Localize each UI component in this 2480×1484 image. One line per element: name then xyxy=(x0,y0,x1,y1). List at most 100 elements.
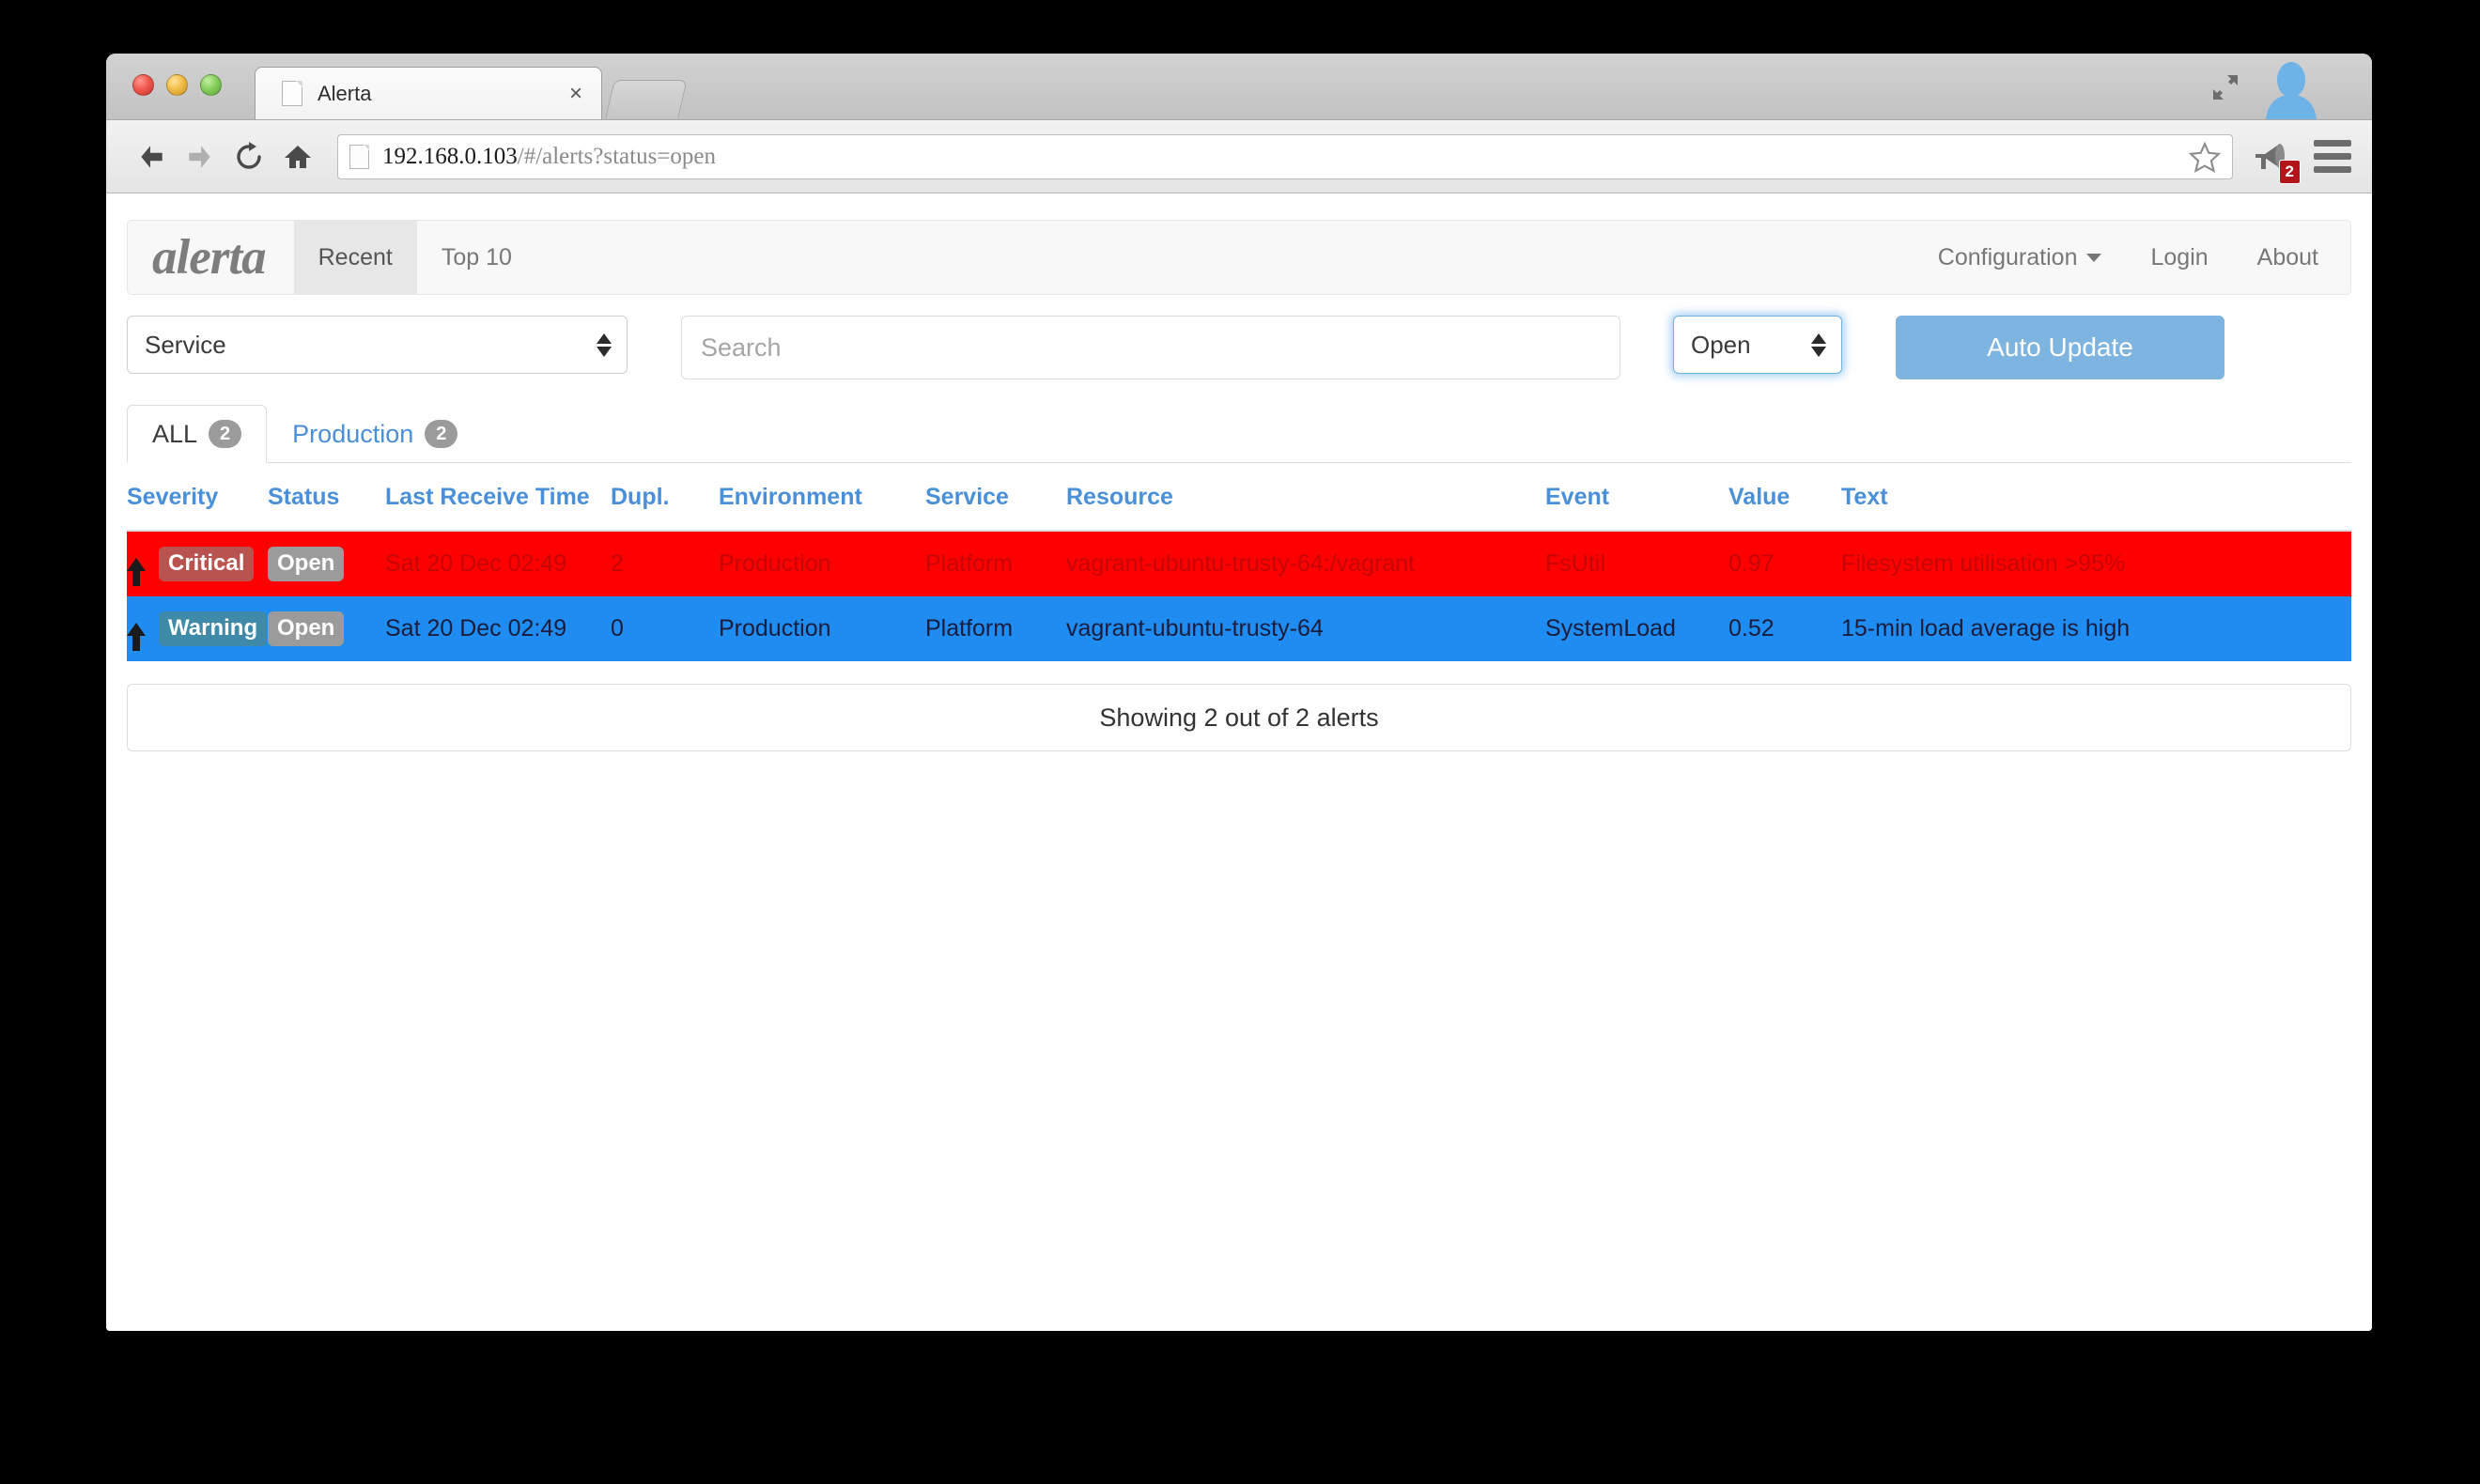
auto-update-button[interactable]: Auto Update xyxy=(1896,316,2224,379)
stepper-arrows-icon xyxy=(597,333,612,357)
status-select[interactable]: Open xyxy=(1673,316,1842,374)
address-bar-host: 192.168.0.103 xyxy=(382,144,518,169)
cell-text: 15-min load average is high xyxy=(1841,596,2351,661)
severity-badge: Warning xyxy=(159,611,267,646)
table-row[interactable]: Critical Open Sat 20 Dec 02:49 2 Product… xyxy=(127,531,2351,596)
fullscreen-icon[interactable] xyxy=(2210,72,2240,102)
page-icon xyxy=(349,145,369,169)
maximize-window-button[interactable] xyxy=(200,74,222,96)
search-input[interactable] xyxy=(699,332,1603,363)
address-bar-path: /#/alerts?status=open xyxy=(518,144,716,169)
filter-toolbar: Service Open Auto Update xyxy=(127,316,2351,379)
browser-toolbar: 192.168.0.103/#/alerts?status=open 2 xyxy=(106,120,2372,193)
trend-up-icon xyxy=(127,623,146,636)
notification-badge: 2 xyxy=(2279,160,2301,184)
nav-item-configuration[interactable]: Configuration xyxy=(1914,221,2127,294)
nav-item-login[interactable]: Login xyxy=(2126,221,2232,294)
column-header-environment[interactable]: Environment xyxy=(719,463,925,531)
column-header-event[interactable]: Event xyxy=(1545,463,1728,531)
alerts-table: Severity Status Last Receive Time Dupl. … xyxy=(127,463,2351,661)
environment-tabs: ALL 2 Production 2 xyxy=(127,404,2351,463)
page-icon xyxy=(282,81,302,106)
stepper-arrows-icon xyxy=(1811,333,1826,357)
cell-resource[interactable]: vagrant-ubuntu-trusty-64 xyxy=(1066,596,1545,661)
cell-text: Filesystem utilisation >95% xyxy=(1841,531,2351,596)
cell-status: Open xyxy=(268,531,385,596)
nav-item-recent[interactable]: Recent xyxy=(294,221,417,294)
tab-all[interactable]: ALL 2 xyxy=(127,405,267,463)
service-select[interactable]: Service xyxy=(127,316,628,374)
toolbar-right-group: 2 xyxy=(2250,135,2351,178)
chevron-down-icon xyxy=(2086,254,2101,262)
trend-up-icon xyxy=(127,558,146,571)
back-icon[interactable] xyxy=(127,132,176,181)
avatar[interactable] xyxy=(2263,61,2319,119)
cell-dupl: 2 xyxy=(611,531,719,596)
star-icon[interactable] xyxy=(2189,141,2221,173)
cell-value: 0.52 xyxy=(1728,596,1841,661)
column-header-last-receive-time[interactable]: Last Receive Time xyxy=(385,463,611,531)
cell-event[interactable]: FsUtil xyxy=(1545,531,1728,596)
alerts-table-head: Severity Status Last Receive Time Dupl. … xyxy=(127,463,2351,531)
tab-production-label: Production xyxy=(292,420,413,449)
minimize-window-button[interactable] xyxy=(166,74,188,96)
nav-item-recent-label: Recent xyxy=(318,244,393,271)
column-header-value[interactable]: Value xyxy=(1728,463,1841,531)
cell-last-receive-time: Sat 20 Dec 02:49 xyxy=(385,531,611,596)
alerts-summary-text: Showing 2 out of 2 alerts xyxy=(1099,703,1378,733)
cell-last-receive-time: Sat 20 Dec 02:49 xyxy=(385,596,611,661)
alerta-logo[interactable]: alerta xyxy=(128,221,294,294)
cell-event[interactable]: SystemLoad xyxy=(1545,596,1728,661)
forward-icon[interactable] xyxy=(176,132,225,181)
cell-service[interactable]: Platform xyxy=(925,531,1066,596)
nav-item-about[interactable]: About xyxy=(2233,221,2343,294)
new-tab-button[interactable] xyxy=(605,80,687,118)
nav-item-configuration-label: Configuration xyxy=(1938,244,2078,271)
column-header-service[interactable]: Service xyxy=(925,463,1066,531)
tab-all-label: ALL xyxy=(152,420,197,449)
alerta-navbar: alerta Recent Top 10 Configuration Login xyxy=(127,220,2351,295)
column-header-resource[interactable]: Resource xyxy=(1066,463,1545,531)
column-header-status[interactable]: Status xyxy=(268,463,385,531)
close-icon[interactable]: × xyxy=(564,83,588,105)
hamburger-icon[interactable] xyxy=(2314,140,2351,173)
column-header-text[interactable]: Text xyxy=(1841,463,2351,531)
cell-environment[interactable]: Production xyxy=(719,531,925,596)
address-bar[interactable]: 192.168.0.103/#/alerts?status=open xyxy=(337,134,2233,179)
window-traffic-lights xyxy=(132,74,222,96)
alerts-summary-panel: Showing 2 out of 2 alerts xyxy=(127,684,2351,751)
service-select-value: Service xyxy=(145,331,226,360)
search-box[interactable] xyxy=(681,316,1620,379)
cell-value: 0.97 xyxy=(1728,531,1841,596)
home-icon[interactable] xyxy=(273,132,322,181)
status-select-value: Open xyxy=(1691,331,1751,360)
close-window-button[interactable] xyxy=(132,74,154,96)
nav-item-top10-label: Top 10 xyxy=(442,244,512,271)
cell-service[interactable]: Platform xyxy=(925,596,1066,661)
status-badge: Open xyxy=(268,547,344,581)
cell-severity: Warning xyxy=(127,596,268,661)
column-header-dupl[interactable]: Dupl. xyxy=(611,463,719,531)
nav-item-about-label: About xyxy=(2257,244,2318,271)
browser-tab-title: Alerta xyxy=(318,82,564,106)
reload-icon[interactable] xyxy=(225,132,273,181)
browser-tab-strip: Alerta × xyxy=(106,54,2372,120)
megaphone-icon[interactable]: 2 xyxy=(2250,135,2293,178)
tab-production[interactable]: Production 2 xyxy=(267,405,483,463)
table-header-row: Severity Status Last Receive Time Dupl. … xyxy=(127,463,2351,531)
cell-environment[interactable]: Production xyxy=(719,596,925,661)
cell-severity: Critical xyxy=(127,531,268,596)
cell-status: Open xyxy=(268,596,385,661)
navbar-main-items: Recent Top 10 xyxy=(294,221,1914,294)
status-badge: Open xyxy=(268,611,344,646)
navbar-right-items: Configuration Login About xyxy=(1914,221,2343,294)
browser-tab[interactable]: Alerta × xyxy=(255,67,602,119)
cell-resource[interactable]: vagrant-ubuntu-trusty-64:/vagrant xyxy=(1066,531,1545,596)
nav-item-top10[interactable]: Top 10 xyxy=(417,221,536,294)
alerta-logo-text: alerta xyxy=(152,233,266,283)
severity-badge: Critical xyxy=(159,547,254,581)
auto-update-button-label: Auto Update xyxy=(1987,332,2133,363)
column-header-severity[interactable]: Severity xyxy=(127,463,268,531)
page-content: alerta Recent Top 10 Configuration Login xyxy=(106,193,2372,1331)
table-row[interactable]: Warning Open Sat 20 Dec 02:49 0 Producti… xyxy=(127,596,2351,661)
